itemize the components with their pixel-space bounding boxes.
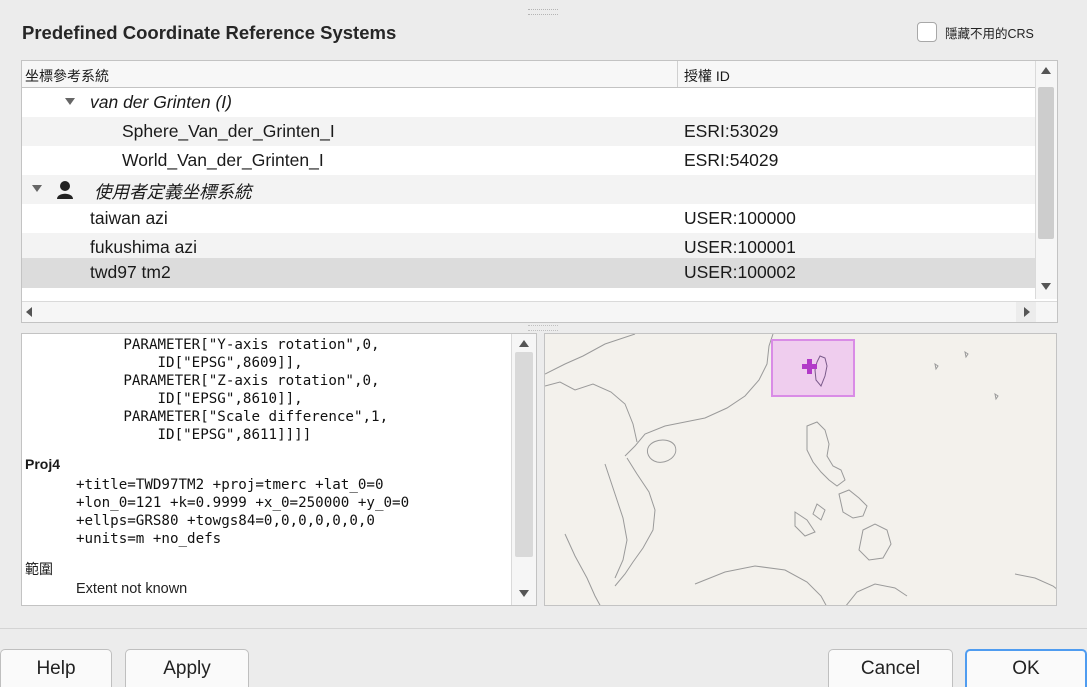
extent-heading: 範圍	[25, 561, 53, 577]
tree-row[interactable]: Sphere_Van_der_Grinten_I ESRI:53029	[22, 117, 1036, 146]
scroll-up-arrow-icon[interactable]	[519, 340, 529, 347]
tree-row-group-van-der-grinten[interactable]: van der Grinten (I)	[22, 88, 1036, 117]
tree-horizontal-scrollbar[interactable]	[22, 301, 1057, 322]
proj4-line: +lon_0=121 +k=0.9999 +x_0=250000 +y_0=0	[76, 495, 410, 511]
proj4-line: +title=TWD97TM2 +proj=tmerc +lat_0=0	[76, 477, 384, 493]
wkt-line: ID["EPSG",8609]],	[55, 355, 303, 371]
apply-button[interactable]: Apply	[125, 649, 249, 687]
scroll-thumb[interactable]	[515, 352, 533, 557]
crs-tree-view[interactable]: 坐標參考系統 授權 ID van der Grinten (I) Sphere_…	[21, 60, 1058, 323]
wkt-line: ID["EPSG",8611]]]]	[55, 427, 312, 443]
column-separator[interactable]	[677, 61, 678, 87]
crs-details-text[interactable]: PARAMETER["Y-axis rotation",0, ID["EPSG"…	[21, 333, 537, 606]
tree-row[interactable]: World_Van_der_Grinten_I ESRI:54029	[22, 146, 1036, 175]
crs-extent-map[interactable]	[544, 333, 1057, 606]
extent-value: Extent not known	[76, 581, 188, 597]
crs-auth-id: USER:100000	[684, 208, 796, 228]
scroll-left-arrow-icon[interactable]	[26, 307, 32, 317]
ok-button[interactable]: OK	[965, 649, 1087, 687]
wkt-line: PARAMETER["Z-axis rotation",0,	[55, 373, 380, 389]
proj4-line: +units=m +no_defs	[76, 531, 222, 547]
expand-triangle-icon[interactable]	[32, 185, 42, 192]
tree-row[interactable]: taiwan azi USER:100000	[22, 204, 1036, 233]
cancel-button[interactable]: Cancel	[828, 649, 953, 687]
crs-auth-id: USER:100001	[684, 237, 796, 257]
crs-name: van der Grinten (I)	[90, 92, 232, 112]
scroll-down-arrow-icon[interactable]	[1041, 283, 1051, 290]
help-button[interactable]: Help	[0, 649, 112, 687]
section-title: Predefined Coordinate Reference Systems	[22, 22, 397, 43]
crs-name: twd97 tm2	[90, 262, 171, 282]
column-header-authority-id[interactable]: 授權 ID	[684, 66, 730, 86]
wkt-line: PARAMETER["Y-axis rotation",0,	[55, 337, 380, 353]
person-icon	[57, 181, 73, 199]
scroll-right-arrow-icon[interactable]	[1024, 307, 1030, 317]
scroll-down-arrow-icon[interactable]	[519, 590, 529, 597]
crs-auth-id: ESRI:53029	[684, 121, 779, 141]
tree-row-selected[interactable]: twd97 tm2 USER:100002	[22, 258, 1036, 288]
map-canvas	[545, 334, 1056, 605]
wkt-line: ID["EPSG",8610]],	[55, 391, 303, 407]
hide-deprecated-checkbox[interactable]	[917, 22, 937, 42]
scroll-thumb[interactable]	[1038, 87, 1054, 239]
crs-auth-id: USER:100002	[684, 262, 796, 282]
scroll-up-arrow-icon[interactable]	[1041, 67, 1051, 74]
hide-deprecated-label: 隱藏不用的CRS	[945, 26, 1034, 41]
scroll-right-button[interactable]	[1016, 302, 1036, 322]
top-splitter-handle[interactable]	[528, 9, 558, 15]
crs-name: fukushima azi	[90, 237, 197, 257]
crs-name: Sphere_Van_der_Grinten_I	[122, 121, 335, 141]
column-header-crs[interactable]: 坐標參考系統	[25, 66, 109, 86]
proj4-heading: Proj4	[25, 456, 61, 472]
tree-header: 坐標參考系統 授權 ID	[22, 61, 1036, 88]
footer-divider	[0, 628, 1087, 629]
details-vertical-scrollbar[interactable]	[511, 334, 536, 605]
middle-splitter-handle[interactable]	[528, 325, 558, 331]
proj4-line: +ellps=GRS80 +towgs84=0,0,0,0,0,0,0	[76, 513, 375, 529]
proj4-text: +title=TWD97TM2 +proj=tmerc +lat_0=0 +lo…	[76, 476, 409, 548]
crs-name: World_Van_der_Grinten_I	[122, 150, 324, 170]
crs-name: taiwan azi	[90, 208, 168, 228]
tree-row-group-user-defined[interactable]: 使用者定義坐標系統	[22, 175, 1036, 204]
hide-deprecated-crs-option[interactable]: 隱藏不用的CRS	[917, 22, 1034, 42]
tree-vertical-scrollbar[interactable]	[1035, 61, 1057, 299]
expand-triangle-icon[interactable]	[65, 98, 75, 105]
wkt-text-lines: PARAMETER["Y-axis rotation",0, ID["EPSG"…	[55, 336, 388, 444]
crs-auth-id: ESRI:54029	[684, 150, 779, 170]
crs-name: 使用者定義坐標系統	[94, 182, 252, 202]
wkt-line: PARAMETER["Scale difference",1,	[55, 409, 389, 425]
